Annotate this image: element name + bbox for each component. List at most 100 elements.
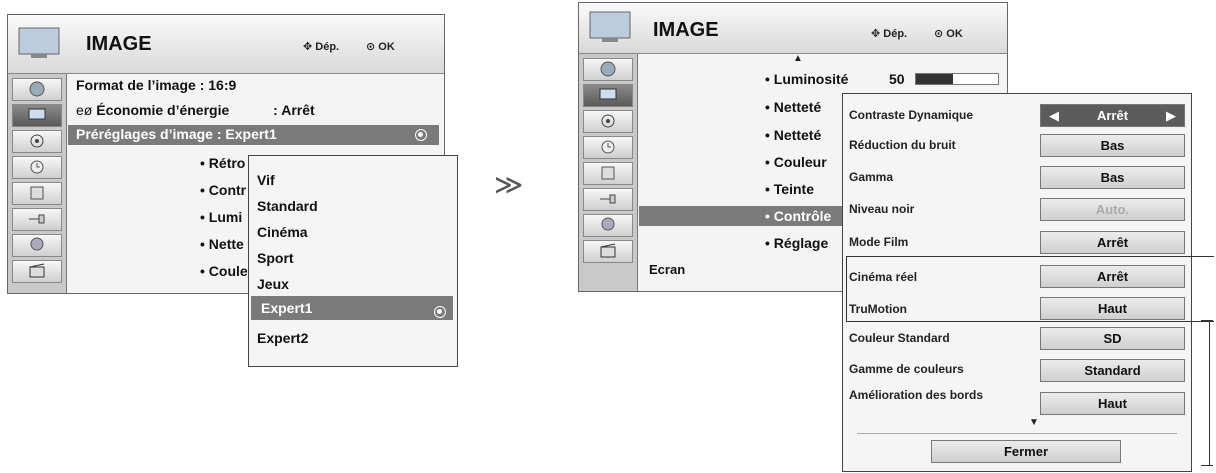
clock-icon: [599, 139, 617, 155]
sidebar-item-lock[interactable]: [12, 182, 62, 205]
nav-hint: ✥ Dép.: [303, 41, 340, 53]
sidebar-item-setup[interactable]: [12, 78, 62, 101]
preset-option[interactable]: Vif: [257, 172, 275, 188]
menu-title: IMAGE: [653, 19, 719, 41]
preset-option[interactable]: Standard: [257, 198, 318, 214]
next-step-arrow-icon: ≫: [494, 169, 524, 200]
preset-dropdown: Vif Standard Cinéma Sport Jeux Expert1 E…: [248, 155, 458, 367]
list-item-advanced-control: • Contrôle: [765, 208, 832, 224]
highlight-bracket: [846, 256, 1214, 322]
energy-icon: eø: [76, 102, 93, 118]
category-sidebar: [579, 54, 638, 291]
preset-option[interactable]: Cinéma: [257, 224, 308, 240]
left-arrow-icon[interactable]: ◀: [1049, 105, 1059, 126]
sidebar-item-setup[interactable]: [583, 58, 633, 81]
move-icon: ✥: [871, 28, 881, 40]
right-header: IMAGE ✥ Dép. ⊙ OK: [579, 3, 1007, 54]
scroll-up-arrow-icon[interactable]: ▲: [793, 53, 803, 64]
lock-icon: [599, 165, 617, 181]
support-icon: [599, 217, 617, 233]
audio-icon: [28, 133, 46, 149]
option-label: Réduction du bruit: [849, 138, 956, 152]
row-energy-saving[interactable]: eø Économie d’énergie : Arrêt: [76, 102, 315, 118]
sub-item-contrast[interactable]: • Contr: [200, 182, 246, 198]
list-item-color[interactable]: • Couleur: [765, 154, 827, 170]
bracket-tick-top: [1201, 320, 1213, 321]
clapper-icon: [599, 243, 617, 259]
option-label: Couleur Standard: [849, 331, 950, 345]
clock-icon: [28, 159, 46, 175]
list-item-sharpness-v[interactable]: • Netteté: [765, 127, 821, 143]
option-value-black-level[interactable]: Auto.: [1040, 198, 1185, 221]
sidebar-item-audio[interactable]: [583, 110, 633, 133]
list-item-sharpness-h[interactable]: • Netteté: [765, 99, 821, 115]
radio-selected-icon: [415, 129, 427, 141]
picture-icon: [599, 87, 617, 103]
footer-screen[interactable]: Ecran: [649, 262, 685, 277]
energy-value: : Arrêt: [273, 102, 315, 118]
preset-option[interactable]: Sport: [257, 250, 294, 266]
bracket-tick-bottom: [1201, 465, 1213, 466]
sub-item-backlight[interactable]: • Rétro: [200, 155, 245, 171]
tv-icon: [587, 9, 633, 45]
sub-item-brightness[interactable]: • Lumi: [200, 209, 242, 225]
option-label: Gamma: [849, 170, 894, 184]
input-icon: [599, 191, 617, 207]
list-item-tint[interactable]: • Teinte: [765, 181, 814, 197]
category-sidebar: [8, 74, 67, 293]
sidebar-item-input[interactable]: [12, 208, 62, 231]
sub-item-color[interactable]: • Coule: [200, 263, 248, 279]
clapper-icon: [28, 263, 46, 279]
option-value-noise-reduction[interactable]: Bas: [1040, 134, 1185, 157]
ok-hint: ⊙ OK: [934, 28, 963, 40]
sidebar-item-audio[interactable]: [12, 130, 62, 153]
right-arrow-icon[interactable]: ▶: [1166, 105, 1176, 126]
list-item-reset[interactable]: • Réglage: [765, 235, 828, 251]
sidebar-item-lock[interactable]: [583, 162, 633, 185]
option-label: Gamme de couleurs: [849, 362, 964, 376]
left-header: IMAGE ✥ Dép. ⊙ OK: [8, 15, 444, 74]
sidebar-item-support[interactable]: [583, 214, 633, 237]
support-icon: [28, 237, 46, 253]
radio-selected-icon: [434, 306, 446, 318]
option-value-color-standard[interactable]: SD: [1040, 327, 1185, 350]
row-picture-format[interactable]: Format de l’image : 16:9: [76, 77, 236, 93]
list-item-brightness[interactable]: • Luminosité: [765, 71, 848, 87]
option-value-color-gamut[interactable]: Standard: [1040, 359, 1185, 382]
scroll-down-arrow-icon[interactable]: ▼: [1029, 417, 1039, 428]
bracket-vertical-line: [1209, 320, 1210, 465]
preset-option[interactable]: Expert2: [257, 330, 308, 346]
sidebar-item-support[interactable]: [12, 234, 62, 257]
option-value-film-mode[interactable]: Arrêt: [1040, 231, 1185, 254]
brightness-bar: [915, 73, 999, 85]
setup-icon: [28, 81, 46, 97]
sidebar-item-picture[interactable]: [12, 104, 62, 127]
sidebar-item-media[interactable]: [583, 240, 633, 263]
sidebar-item-input[interactable]: [583, 188, 633, 211]
option-value-edge-enhancer[interactable]: Haut: [1040, 392, 1185, 415]
sidebar-item-media[interactable]: [12, 260, 62, 283]
preset-option[interactable]: Jeux: [257, 276, 289, 292]
sub-item-sharpness[interactable]: • Nette: [200, 236, 244, 252]
option-value-gamma[interactable]: Bas: [1040, 166, 1185, 189]
option-value-dynamic-contrast[interactable]: ◀ Arrêt ▶: [1040, 104, 1185, 127]
close-button[interactable]: Fermer: [931, 440, 1121, 463]
tv-icon: [16, 25, 62, 61]
audio-icon: [599, 113, 617, 129]
move-icon: ✥: [303, 41, 313, 53]
ok-icon: ⊙: [366, 41, 376, 53]
nav-hint: ✥ Dép.: [871, 28, 908, 40]
option-label: Mode Film: [849, 235, 909, 249]
option-label: Amélioration des bords: [849, 388, 984, 402]
menu-title: IMAGE: [86, 33, 152, 55]
setup-icon: [599, 61, 617, 77]
option-label: Contraste Dynamique: [849, 108, 974, 122]
input-icon: [28, 211, 46, 227]
row-picture-preset: Préréglages d’image : Expert1: [76, 126, 277, 142]
sidebar-item-time[interactable]: [583, 136, 633, 159]
divider: [857, 433, 1177, 434]
sidebar-item-picture[interactable]: [583, 84, 633, 107]
energy-label: Économie d’énergie: [96, 102, 230, 118]
sidebar-item-time[interactable]: [12, 156, 62, 179]
ok-hint: ⊙ OK: [366, 41, 395, 53]
